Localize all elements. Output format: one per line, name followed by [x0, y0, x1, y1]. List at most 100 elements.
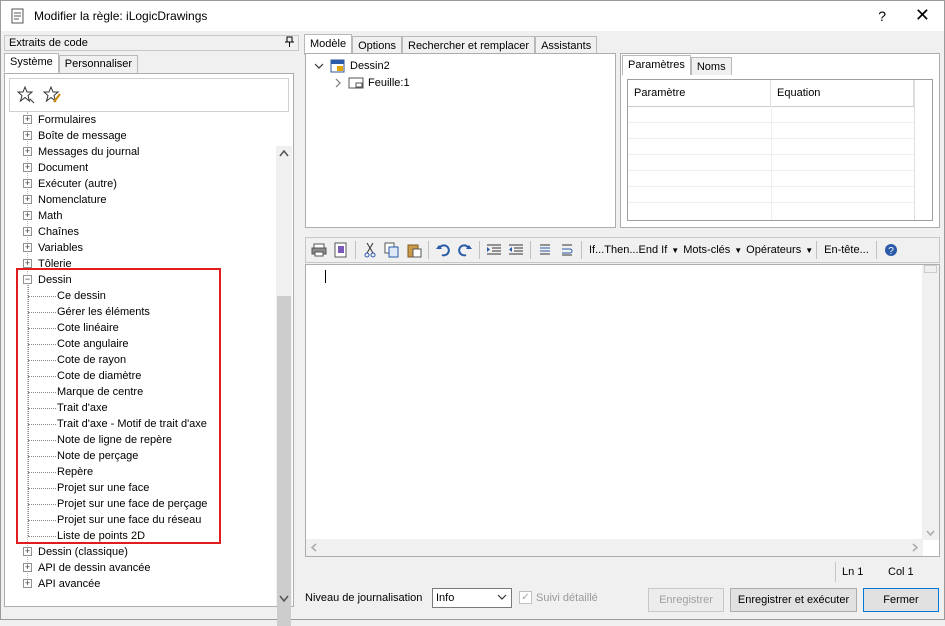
expand-icon[interactable]: +: [23, 259, 32, 268]
print-icon[interactable]: [310, 241, 328, 259]
tree-item[interactable]: Cote de diamètre: [57, 368, 141, 384]
comment-icon[interactable]: [536, 241, 554, 259]
tree-item[interactable]: Note de perçage: [57, 448, 138, 464]
tree-scroll-thumb[interactable]: [277, 296, 291, 626]
tree-item[interactable]: Dessin (classique): [38, 544, 128, 560]
tree-item[interactable]: Boîte de message: [38, 128, 127, 144]
tree-item[interactable]: Cote linéaire: [57, 320, 119, 336]
paste-icon[interactable]: [405, 241, 423, 259]
dropdown-arrow-icon[interactable]: ▼: [734, 246, 742, 255]
star-add-icon[interactable]: [17, 86, 35, 104]
help-icon[interactable]: ?: [882, 241, 900, 259]
tree-item[interactable]: Trait d'axe: [57, 400, 108, 416]
scroll-up-icon[interactable]: [279, 149, 289, 157]
cut-icon[interactable]: [361, 241, 379, 259]
outdent-icon[interactable]: [507, 241, 525, 259]
editor-vscroll[interactable]: [922, 265, 939, 540]
chevron-right-icon[interactable]: [334, 78, 342, 88]
expand-icon[interactable]: +: [23, 131, 32, 140]
tree-item[interactable]: Document: [38, 160, 88, 176]
help-button[interactable]: ?: [878, 8, 886, 24]
expand-icon[interactable]: +: [23, 563, 32, 572]
tree-scrollbar[interactable]: [276, 146, 292, 626]
pin-icon[interactable]: [285, 36, 294, 52]
expand-icon[interactable]: +: [23, 579, 32, 588]
tree-item[interactable]: API de dessin avancée: [38, 560, 151, 576]
scroll-right-icon[interactable]: [912, 543, 918, 552]
tab-systeme[interactable]: Système: [4, 53, 59, 73]
undo-icon[interactable]: [434, 241, 452, 259]
if-then-button[interactable]: If...Then...End If: [589, 244, 667, 256]
tab-parametres[interactable]: Paramètres: [622, 55, 691, 75]
collapse-icon[interactable]: −: [23, 275, 32, 284]
model-root-node[interactable]: Dessin2: [314, 59, 390, 73]
title-bar: Modifier la règle: iLogicDrawings ? ✕: [1, 1, 944, 31]
tree-item[interactable]: Repère: [57, 464, 93, 480]
tree-item[interactable]: Projet sur une face: [57, 480, 149, 496]
checkbox-icon[interactable]: ✓: [519, 591, 532, 604]
expand-icon[interactable]: +: [23, 211, 32, 220]
indent-icon[interactable]: [485, 241, 503, 259]
tree-item[interactable]: API avancée: [38, 576, 100, 592]
editor-hscroll[interactable]: [306, 539, 923, 556]
keywords-menu[interactable]: Mots-clés: [683, 244, 730, 256]
save-button[interactable]: Enregistrer: [648, 588, 724, 612]
tree-item[interactable]: Ce dessin: [57, 288, 106, 304]
expand-icon[interactable]: +: [23, 179, 32, 188]
tree-item[interactable]: Projet sur une face de perçage: [57, 496, 207, 512]
expand-icon[interactable]: +: [23, 227, 32, 236]
tree-item[interactable]: Exécuter (autre): [38, 176, 117, 192]
expand-icon[interactable]: +: [23, 243, 32, 252]
col-equation[interactable]: Equation: [771, 80, 914, 106]
tree-item[interactable]: Variables: [38, 240, 83, 256]
expand-icon[interactable]: +: [23, 195, 32, 204]
print-preview-icon[interactable]: [332, 241, 350, 259]
log-level-select[interactable]: Info: [432, 588, 512, 608]
tab-noms[interactable]: Noms: [690, 57, 732, 75]
snippets-header: Extraits de code: [4, 35, 299, 51]
tree-item[interactable]: Gérer les éléments: [57, 304, 150, 320]
tree-item[interactable]: Cote angulaire: [57, 336, 129, 352]
expand-icon[interactable]: +: [23, 547, 32, 556]
tab-modele[interactable]: Modèle: [304, 34, 353, 55]
tree-item[interactable]: Messages du journal: [38, 144, 140, 160]
chevron-down-icon[interactable]: [314, 62, 324, 70]
tree-item[interactable]: Dessin: [38, 272, 72, 288]
tree-item[interactable]: Projet sur une face du réseau: [57, 512, 201, 528]
redo-icon[interactable]: [456, 241, 474, 259]
tree-item[interactable]: Cote de rayon: [57, 352, 126, 368]
snippets-tabs: Système Personnaliser: [4, 53, 299, 73]
tree-item[interactable]: Trait d'axe - Motif de trait d'axe: [57, 416, 207, 432]
tab-personnaliser[interactable]: Personnaliser: [58, 55, 139, 73]
tree-item[interactable]: Math: [38, 208, 62, 224]
tree-item[interactable]: Formulaires: [38, 112, 96, 128]
expand-icon[interactable]: +: [23, 115, 32, 124]
tree-item[interactable]: Nomenclature: [38, 192, 106, 208]
col-parametre[interactable]: Paramètre: [628, 80, 771, 106]
copy-icon[interactable]: [383, 241, 401, 259]
scroll-down-icon[interactable]: [926, 530, 935, 536]
log-level-label: Niveau de journalisation: [305, 592, 423, 604]
close-button[interactable]: Fermer: [863, 588, 939, 612]
expand-icon[interactable]: +: [23, 147, 32, 156]
dropdown-arrow-icon[interactable]: ▼: [805, 246, 813, 255]
dropdown-arrow-icon[interactable]: ▼: [671, 246, 679, 255]
scroll-down-icon[interactable]: [279, 595, 289, 603]
scroll-left-icon[interactable]: [311, 543, 317, 552]
operators-menu[interactable]: Opérateurs: [746, 244, 801, 256]
tree-item[interactable]: Liste de points 2D: [57, 528, 145, 544]
uncomment-icon[interactable]: [558, 241, 576, 259]
tree-item[interactable]: Chaînes: [38, 224, 79, 240]
code-editor[interactable]: [305, 264, 940, 557]
close-window-button[interactable]: ✕: [915, 5, 930, 25]
tree-item[interactable]: Note de ligne de repère: [57, 432, 172, 448]
save-and-run-button[interactable]: Enregistrer et exécuter: [730, 588, 857, 612]
tree-item[interactable]: Tôlerie: [38, 256, 72, 272]
tree-item-label: Nomenclature: [38, 194, 107, 206]
header-button[interactable]: En-tête...: [824, 244, 869, 256]
detailed-trace-checkbox[interactable]: ✓ Suivi détaillé: [519, 591, 598, 604]
tree-item[interactable]: Marque de centre: [57, 384, 143, 400]
model-sheet-node[interactable]: Feuille:1: [334, 77, 410, 89]
star-edit-icon[interactable]: [43, 86, 61, 104]
expand-icon[interactable]: +: [23, 163, 32, 172]
